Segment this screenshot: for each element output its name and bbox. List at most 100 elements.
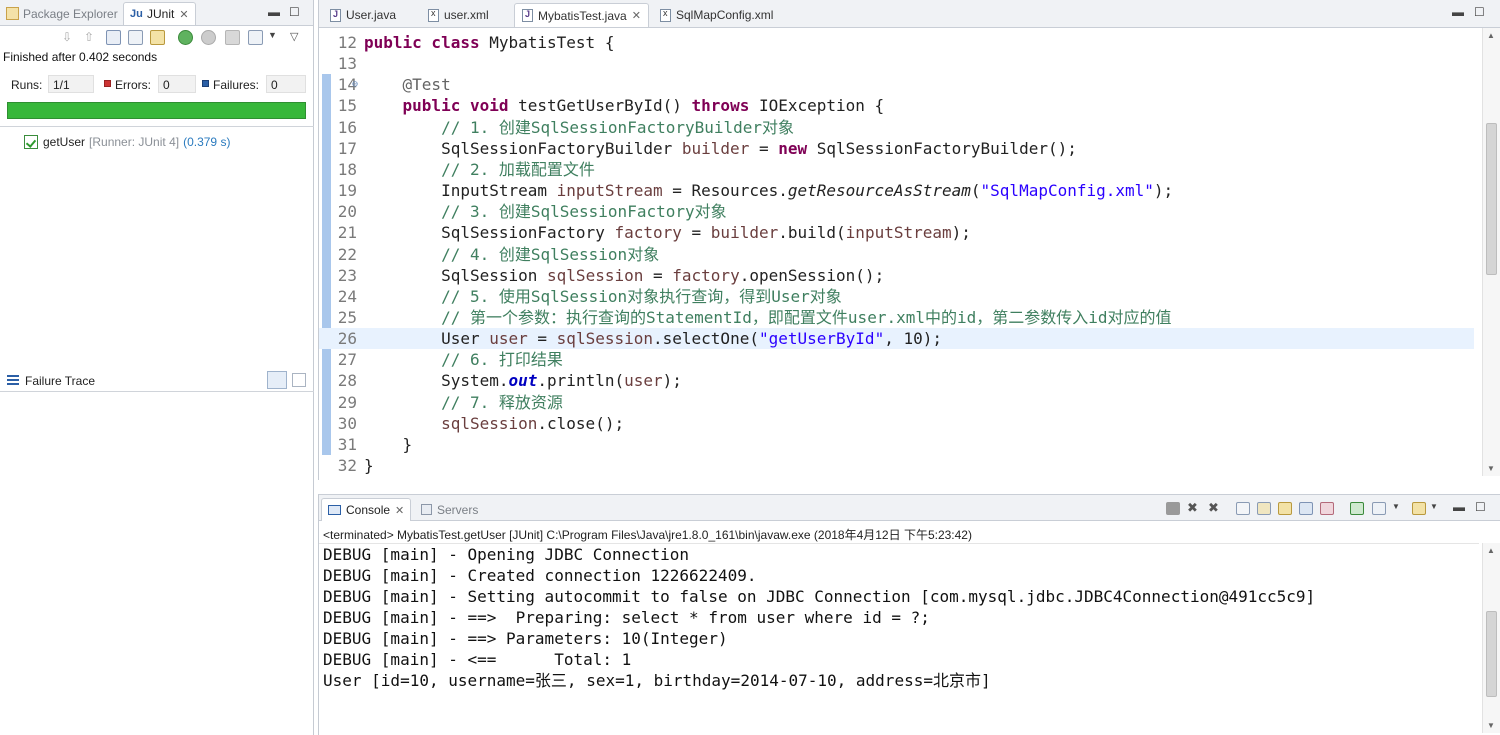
chevron-down-icon[interactable]: ▼ <box>268 30 283 45</box>
code-line[interactable]: 30 sqlSession.close(); <box>319 413 1474 434</box>
tab-package-explorer-label: Package Explorer <box>23 6 118 21</box>
tab-label: user.xml <box>444 8 489 22</box>
scrollbar-thumb[interactable] <box>1486 611 1497 697</box>
minimize-icon[interactable]: ▬ <box>1452 5 1464 19</box>
line-number: 24 <box>337 286 357 306</box>
tab-servers[interactable]: Servers <box>415 498 484 521</box>
test-run-history-icon[interactable] <box>248 30 263 45</box>
code-line[interactable]: 27 // 6. 打印结果 <box>319 349 1474 370</box>
open-console-icon[interactable] <box>1412 502 1426 515</box>
tab-label: MybatisTest.java <box>538 8 627 23</box>
tab-junit[interactable]: Ju JUnit ✕ <box>123 2 196 25</box>
code-line[interactable]: 21 SqlSessionFactory factory = builder.b… <box>319 222 1474 243</box>
code-line[interactable]: 13 <box>319 53 1474 74</box>
code-line[interactable]: 20 // 3. 创建SqlSessionFactory对象 <box>319 201 1474 222</box>
tab-mybatistest-java[interactable]: MybatisTest.java ✕ <box>514 3 649 27</box>
close-icon[interactable]: ✕ <box>395 504 404 517</box>
code-line[interactable]: 14 ⊖ @Test <box>319 74 1474 95</box>
editor-scrollbar[interactable]: ▲ ▼ <box>1482 28 1500 476</box>
code-line[interactable]: 31 } <box>319 434 1474 455</box>
line-number: 19 <box>337 181 357 201</box>
code-line[interactable]: 28 System.out.println(user); <box>319 370 1474 391</box>
console-output[interactable]: DEBUG [main] - Opening JDBC Connection D… <box>319 543 1479 733</box>
stop-icon[interactable] <box>225 30 240 45</box>
display-selected-console-icon[interactable] <box>1372 502 1386 515</box>
code-line[interactable]: 16 // 1. 创建SqlSessionFactoryBuilder对象 <box>319 117 1474 138</box>
current-code-line[interactable]: 26 User user = sqlSession.selectOne("get… <box>319 328 1474 350</box>
code-line[interactable]: 17 SqlSessionFactoryBuilder builder = ne… <box>319 138 1474 159</box>
test-tree-item[interactable]: getUser [Runner: JUnit 4] (0.379 s) <box>24 134 230 150</box>
terminate-icon[interactable] <box>1166 502 1180 515</box>
show-skipped-icon[interactable] <box>150 30 165 45</box>
left-view-tabbar: Package Explorer Ju JUnit ✕ ▬ ☐ <box>0 0 313 26</box>
code-line[interactable]: 12 public class MybatisTest { <box>319 32 1474 53</box>
scroll-up-icon[interactable]: ▲ <box>1487 31 1495 40</box>
maximize-icon[interactable]: ☐ <box>1474 5 1485 19</box>
code-line[interactable]: 22 // 4. 创建SqlSession对象 <box>319 244 1474 265</box>
tab-servers-label: Servers <box>437 502 479 517</box>
tab-user-xml[interactable]: user.xml <box>421 3 496 27</box>
tab-sqlmapconfig-xml[interactable]: SqlMapConfig.xml <box>653 3 780 27</box>
line-number: 26 <box>337 329 357 349</box>
scroll-down-icon[interactable]: ▼ <box>1487 721 1495 730</box>
tab-user-java[interactable]: User.java <box>323 3 403 27</box>
line-number: 21 <box>337 223 357 243</box>
previous-failure-icon[interactable]: ⇧ <box>84 30 99 45</box>
code-line[interactable]: 29 // 7. 释放资源 <box>319 392 1474 413</box>
next-failure-icon[interactable]: ⇩ <box>62 30 77 45</box>
code-line[interactable]: 32} <box>319 455 1474 476</box>
code-line[interactable]: 15 public void testGetUserById() throws … <box>319 95 1474 116</box>
code-line[interactable]: 23 SqlSession sqlSession = factory.openS… <box>319 265 1474 286</box>
scroll-up-icon[interactable]: ▲ <box>1487 546 1495 555</box>
view-menu-icon[interactable]: ▽ <box>290 30 305 45</box>
clear-console-icon[interactable] <box>1236 502 1250 515</box>
code-line[interactable]: 24 // 5. 使用SqlSession对象执行查询，得到User对象 <box>319 286 1474 307</box>
scroll-lock-icon[interactable] <box>128 30 143 45</box>
code-line[interactable]: 25 // 第一个参数：执行查询的StatementId，即配置文件user.x… <box>319 307 1474 328</box>
code-text: // 6. 打印结果 <box>441 350 563 370</box>
tab-console[interactable]: Console ✕ <box>321 498 412 521</box>
console-line: DEBUG [main] - ==> Preparing: select * f… <box>323 608 930 627</box>
rerun-failed-first-icon[interactable] <box>201 30 216 45</box>
code-area[interactable]: 12 public class MybatisTest {13 14 ⊖ @Test 1… <box>319 28 1500 480</box>
close-icon[interactable]: ✕ <box>179 8 188 21</box>
remove-launch-icon[interactable]: ✖ <box>1187 501 1201 515</box>
console-scrollbar[interactable]: ▲ ▼ <box>1482 543 1500 733</box>
remove-all-terminated-icon[interactable]: ✖ <box>1208 501 1222 515</box>
junit-icon: Ju <box>130 7 143 20</box>
filter-stack-trace-icon[interactable] <box>267 371 287 389</box>
line-number: 25 <box>337 307 357 327</box>
minimize-icon[interactable]: ▬ <box>1453 500 1465 514</box>
line-number: 18 <box>337 159 357 179</box>
line-number: 31 <box>337 434 357 454</box>
show-on-error-icon[interactable] <box>1320 502 1334 515</box>
minimize-icon[interactable]: ▬ <box>268 5 280 19</box>
test-name: getUser <box>43 135 86 149</box>
scrollbar-thumb[interactable] <box>1486 123 1497 275</box>
maximize-icon[interactable]: ☐ <box>289 5 300 19</box>
tab-package-explorer[interactable]: Package Explorer <box>0 2 124 25</box>
tab-label: User.java <box>346 8 397 22</box>
close-icon[interactable]: ✕ <box>632 9 641 22</box>
failure-trace-header: Failure Trace <box>0 370 314 392</box>
scroll-down-icon[interactable]: ▼ <box>1487 464 1495 473</box>
show-failures-only-icon[interactable] <box>106 30 121 45</box>
chevron-down-icon[interactable]: ▼ <box>1392 502 1406 515</box>
line-number: 20 <box>337 202 357 222</box>
maximize-icon[interactable]: ☐ <box>1475 500 1486 514</box>
compare-result-icon[interactable] <box>292 373 306 387</box>
code-line[interactable]: 18 // 2. 加载配置文件 <box>319 159 1474 180</box>
code-line[interactable]: 19 InputStream inputStream = Resources.g… <box>319 180 1474 201</box>
rerun-test-icon[interactable] <box>178 30 193 45</box>
pin-console-icon[interactable] <box>1350 502 1364 515</box>
console-icon <box>328 505 341 515</box>
editor-tabbar: User.java user.xml MybatisTest.java ✕ Sq… <box>319 0 1500 28</box>
show-on-output-icon[interactable] <box>1299 502 1313 515</box>
word-wrap-icon[interactable] <box>1278 502 1292 515</box>
line-number: 28 <box>337 371 357 391</box>
scroll-lock-icon[interactable] <box>1257 502 1271 515</box>
code-text: public class MybatisTest { <box>364 33 615 52</box>
chevron-down-icon[interactable]: ▼ <box>1430 502 1444 515</box>
fold-collapse-icon[interactable]: ⊖ <box>352 74 358 95</box>
console-line: DEBUG [main] - Opening JDBC Connection <box>323 545 690 564</box>
